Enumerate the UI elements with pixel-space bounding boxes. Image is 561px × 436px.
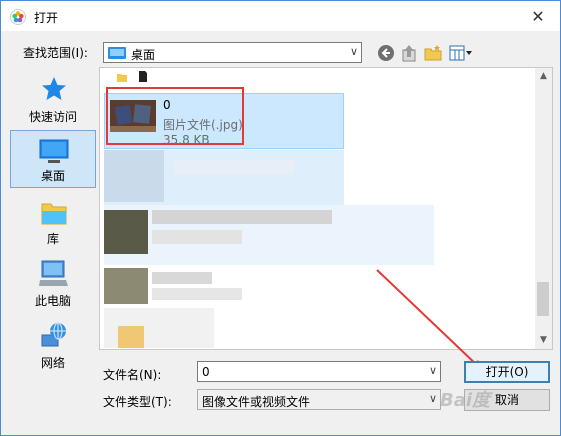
file-type-label: 文件类型(T): — [103, 395, 172, 409]
file-type-value: 图像文件或视频文件 — [202, 395, 311, 409]
file-name-input[interactable]: 0 ∨ — [197, 361, 441, 382]
open-button[interactable]: 打开(O) — [464, 361, 550, 383]
watermark: Bai度 — [440, 390, 491, 411]
chevron-down-icon[interactable]: ∨ — [429, 364, 437, 377]
chevron-down-icon: ∨ — [428, 392, 437, 405]
file-type-select[interactable]: 图像文件或视频文件 ∨ — [197, 389, 441, 410]
file-name-value: 0 — [202, 365, 210, 379]
file-name-label: 文件名(N): — [103, 368, 162, 382]
